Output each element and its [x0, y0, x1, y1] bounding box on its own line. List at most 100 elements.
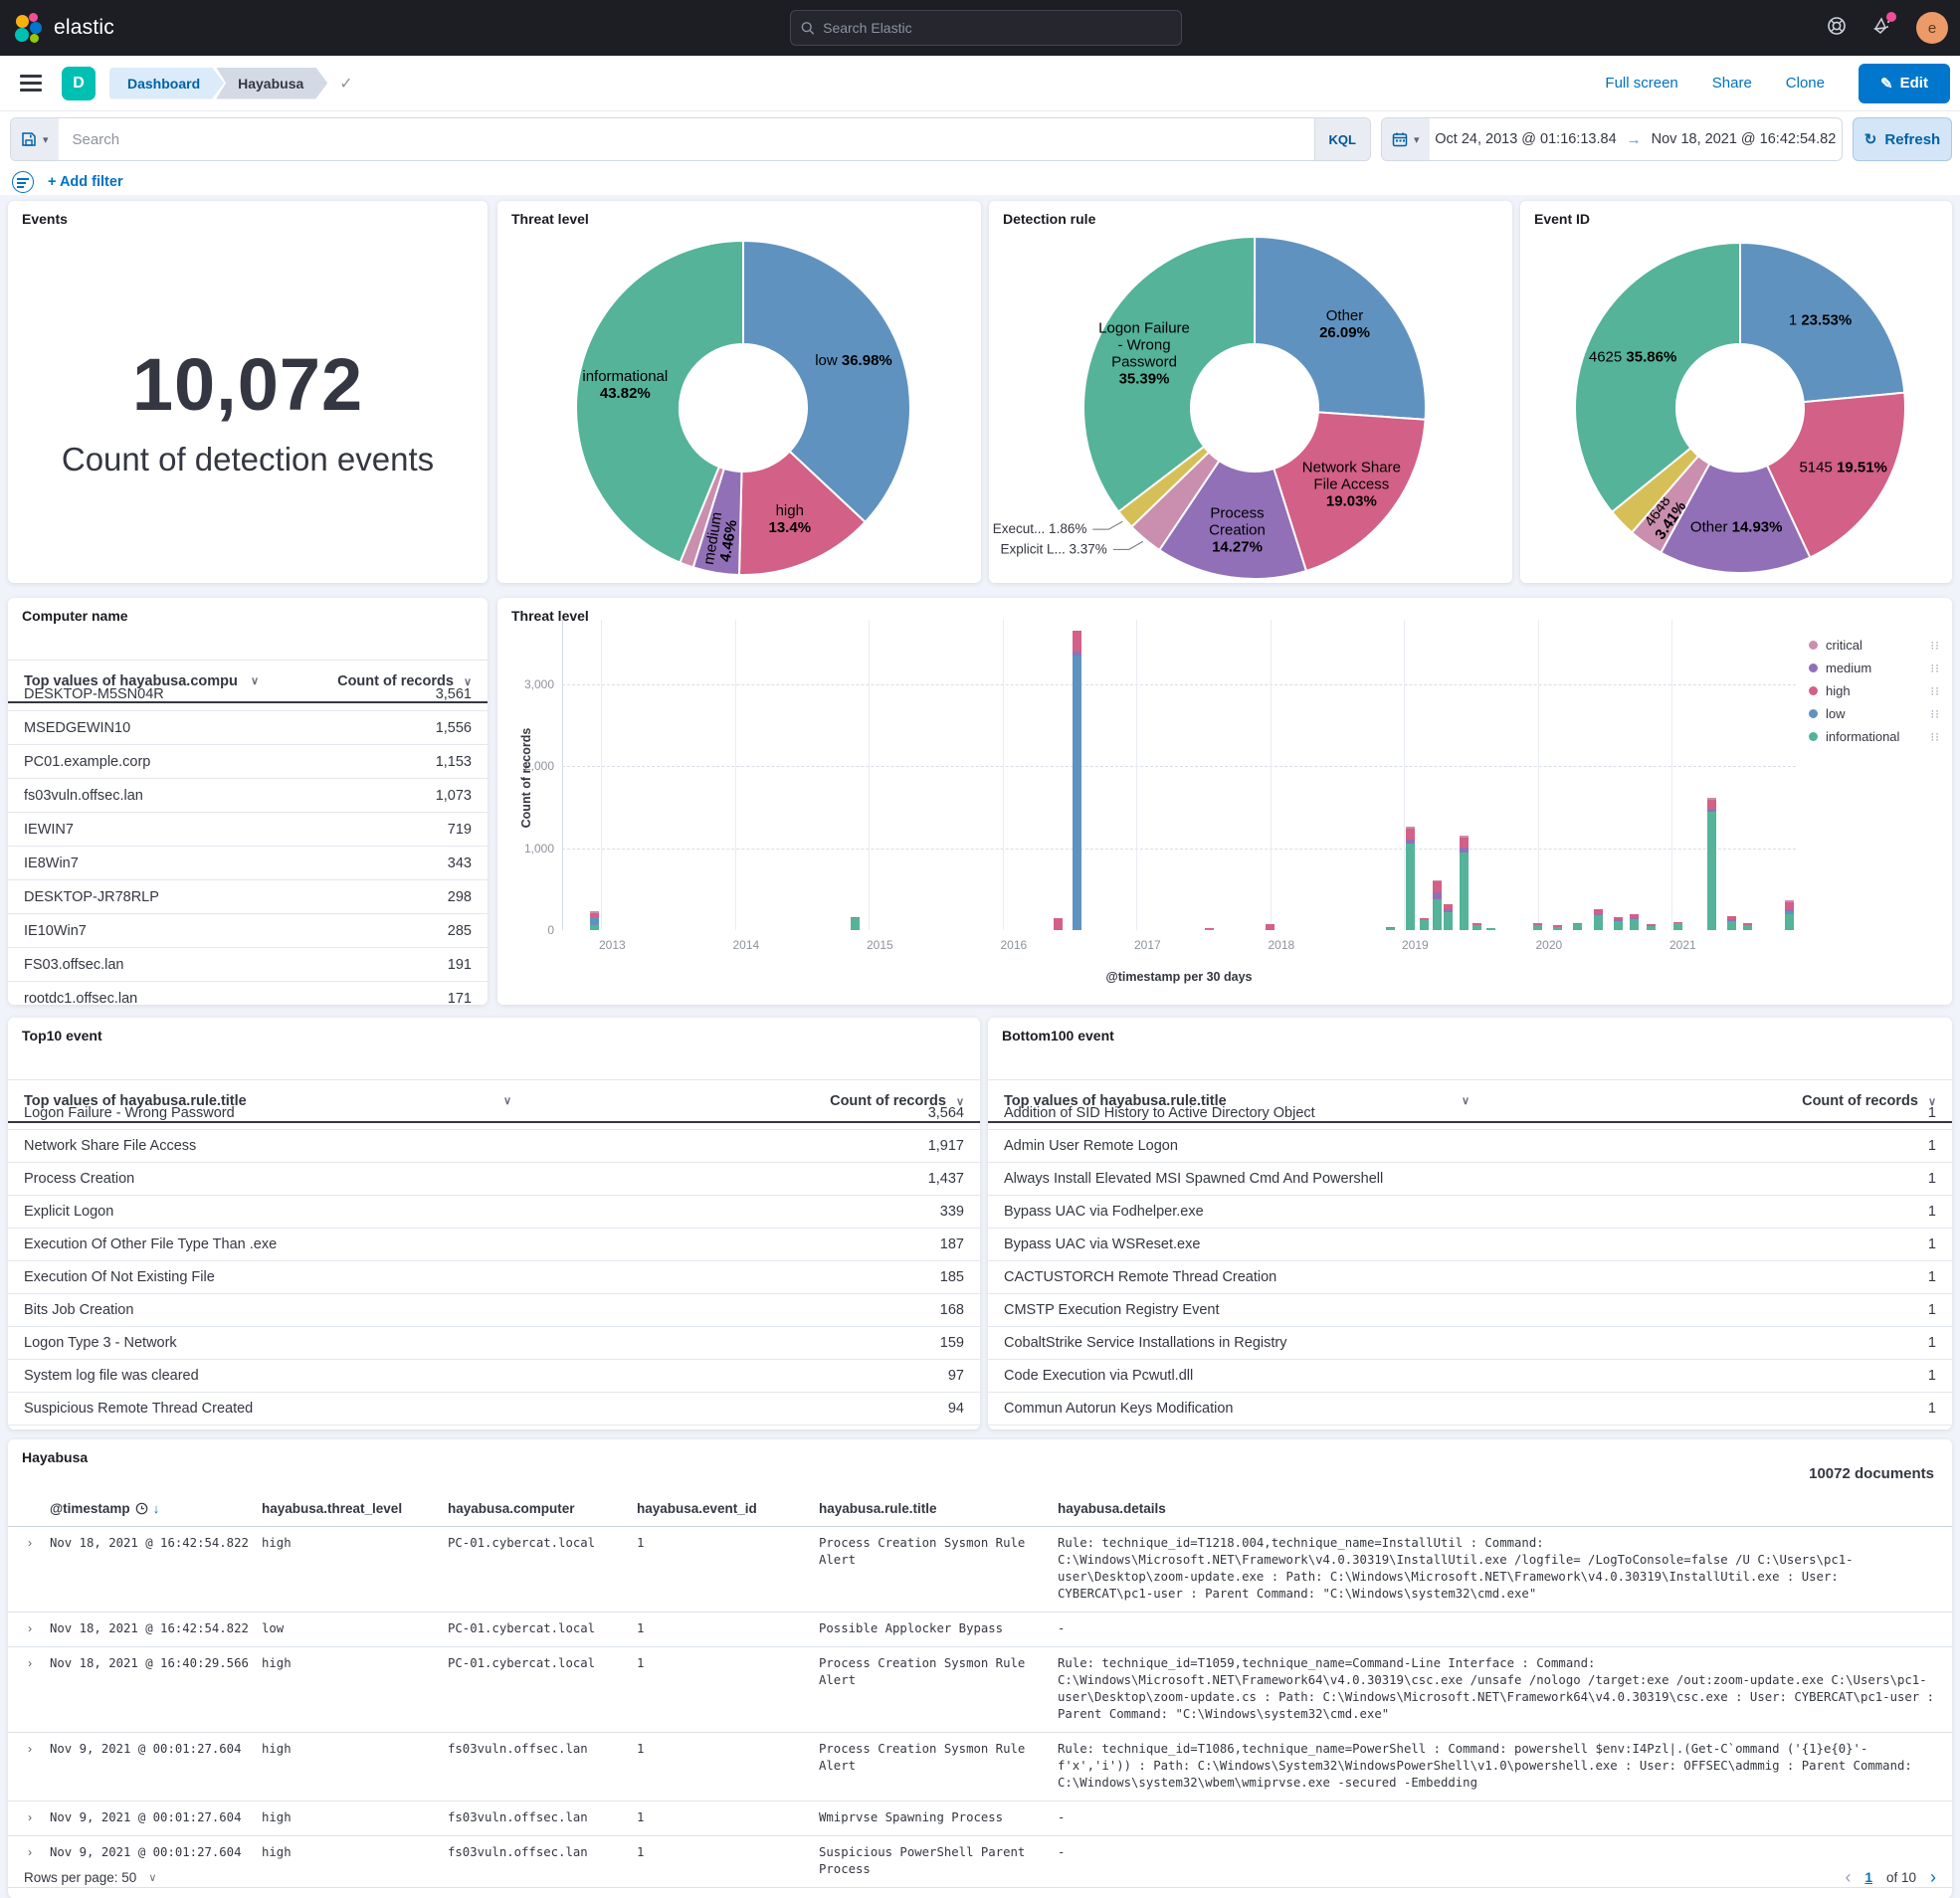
- grid-row[interactable]: › Nov 9, 2021 @ 00:01:27.604 high fs03vu…: [8, 1802, 1952, 1836]
- bar-segment-medium[interactable]: [1785, 909, 1794, 911]
- bar-segment-medium[interactable]: [1614, 919, 1623, 921]
- bar-segment-critical[interactable]: [590, 911, 599, 913]
- table-row[interactable]: System log file was cleared 97: [8, 1360, 980, 1393]
- bar-segment-medium[interactable]: [1707, 809, 1716, 811]
- bar-segment-high[interactable]: [1673, 922, 1682, 924]
- kql-search-input[interactable]: [59, 131, 1314, 148]
- bar-segment-medium[interactable]: [1433, 892, 1442, 899]
- bar-segment-medium[interactable]: [1630, 918, 1639, 920]
- bar-segment-medium[interactable]: [1594, 914, 1603, 916]
- breadcrumb-dashboard[interactable]: Dashboard: [109, 68, 224, 99]
- bar-segment-high[interactable]: [1406, 828, 1415, 840]
- bar-segment-high[interactable]: [1533, 923, 1542, 925]
- grid-row[interactable]: › Nov 18, 2021 @ 16:42:54.822 high PC-01…: [8, 1527, 1952, 1613]
- table-row[interactable]: Suspicious Remote Thread Created 94: [8, 1393, 980, 1425]
- grid-row[interactable]: › Nov 9, 2021 @ 00:01:27.604 high fs03vu…: [8, 1733, 1952, 1802]
- bar-segment-high[interactable]: [1573, 923, 1582, 925]
- bar-segment-critical[interactable]: [1460, 836, 1469, 838]
- bar-segment-high[interactable]: [1727, 916, 1736, 919]
- column-event-id[interactable]: hayabusa.event_id: [637, 1501, 819, 1516]
- legend-actions-icon[interactable]: ⁝⁝: [1930, 662, 1940, 675]
- bar-segment-informational[interactable]: [1486, 928, 1495, 930]
- legend-actions-icon[interactable]: ⁝⁝: [1930, 707, 1940, 721]
- table-row[interactable]: MSEDGEWIN10 1,556: [8, 711, 488, 745]
- legend-actions-icon[interactable]: ⁝⁝: [1930, 684, 1940, 698]
- bar-segment-informational[interactable]: [1707, 812, 1716, 930]
- expand-row-icon[interactable]: ›: [8, 1741, 50, 1792]
- table-row[interactable]: PC01.example.corp 1,153: [8, 745, 488, 779]
- table-row[interactable]: IE10Win7 285: [8, 914, 488, 948]
- prev-page-icon[interactable]: ‹: [1845, 1867, 1851, 1888]
- bar-segment-informational[interactable]: [1727, 920, 1736, 930]
- bar-segment-informational[interactable]: [1472, 925, 1481, 930]
- table-row[interactable]: rootdc1.offsec.lan 171: [8, 982, 488, 1005]
- bar-segment-low[interactable]: [590, 917, 599, 925]
- bar-segment-low[interactable]: [1073, 656, 1081, 930]
- legend-item-medium[interactable]: medium ⁝⁝: [1809, 657, 1940, 679]
- bar-segment-informational[interactable]: [1743, 925, 1752, 930]
- clone-button[interactable]: Clone: [1786, 75, 1825, 92]
- news-icon[interactable]: [1870, 16, 1894, 41]
- bar-segment-critical[interactable]: [1707, 798, 1716, 800]
- share-button[interactable]: Share: [1712, 75, 1752, 92]
- edit-button[interactable]: ✎Edit: [1859, 64, 1950, 103]
- bar-segment-critical[interactable]: [1785, 900, 1794, 902]
- bar-segment-high[interactable]: [1743, 923, 1752, 925]
- table-row[interactable]: Admin User Remote Logon 1: [988, 1130, 1952, 1163]
- bar-segment-high[interactable]: [590, 912, 599, 917]
- elastic-logo[interactable]: elastic: [0, 13, 114, 43]
- bar-segment-medium[interactable]: [1460, 848, 1469, 853]
- date-picker-menu[interactable]: ▾: [1382, 118, 1430, 160]
- table-row[interactable]: Logon Type 3 - Network 159: [8, 1327, 980, 1360]
- table-row[interactable]: Bypass UAC via Fodhelper.exe 1: [988, 1196, 1952, 1229]
- legend-item-critical[interactable]: critical ⁝⁝: [1809, 634, 1940, 657]
- saved-query-menu[interactable]: ▾: [11, 118, 59, 160]
- expand-row-icon[interactable]: ›: [8, 1535, 50, 1603]
- bar-segment-high[interactable]: [1553, 925, 1562, 927]
- bar-segment-medium[interactable]: [1406, 840, 1415, 845]
- next-page-icon[interactable]: ›: [1930, 1867, 1936, 1888]
- table-row[interactable]: DESKTOP-JR78RLP 298: [8, 880, 488, 914]
- rows-per-page-select[interactable]: Rows per page: 50∨: [24, 1870, 156, 1885]
- table-row[interactable]: DESKTOP-M5SN04R 3,561: [8, 677, 488, 711]
- table-row[interactable]: Bits Job Creation 168: [8, 1294, 980, 1327]
- bar-segment-informational[interactable]: [1647, 925, 1656, 930]
- column-rule-title[interactable]: hayabusa.rule.title: [819, 1501, 1058, 1516]
- refresh-button[interactable]: ↻Refresh: [1853, 117, 1952, 161]
- bar-segment-medium[interactable]: [1444, 909, 1453, 912]
- bar-segment-high[interactable]: [1707, 799, 1716, 809]
- legend-actions-icon[interactable]: ⁝⁝: [1930, 639, 1940, 653]
- table-row[interactable]: Code Execution via Pcwutl.dll 1: [988, 1360, 1952, 1393]
- user-avatar[interactable]: e: [1916, 12, 1948, 44]
- bar-segment-informational[interactable]: [1614, 920, 1623, 930]
- date-range-start[interactable]: Oct 24, 2013 @ 01:16:13.84: [1435, 131, 1616, 147]
- legend-actions-icon[interactable]: ⁝⁝: [1930, 730, 1940, 744]
- bar-segment-high[interactable]: [1785, 901, 1794, 909]
- table-row[interactable]: fs03vuln.offsec.lan 1,073: [8, 779, 488, 813]
- global-search-input[interactable]: [823, 20, 1171, 36]
- bar-segment-high[interactable]: [1205, 928, 1214, 930]
- table-row[interactable]: CMSTP Execution Registry Event 1: [988, 1294, 1952, 1327]
- bar-segment-medium[interactable]: [1073, 652, 1081, 656]
- bar-segment-high[interactable]: [1386, 927, 1395, 929]
- bar-segment-informational[interactable]: [1673, 923, 1682, 930]
- breadcrumb-hayabusa[interactable]: Hayabusa: [216, 68, 327, 99]
- table-row[interactable]: Execution Of Not Existing File 185: [8, 1261, 980, 1294]
- bar-segment-informational[interactable]: [1444, 912, 1453, 930]
- bar-segment-informational[interactable]: [1433, 899, 1442, 930]
- check-icon[interactable]: ✓: [339, 74, 352, 94]
- bar-segment-critical[interactable]: [1406, 827, 1415, 829]
- table-row[interactable]: Bypass UAC via WSReset.exe 1: [988, 1229, 1952, 1261]
- bar-segment-medium[interactable]: [1727, 919, 1736, 921]
- expand-row-icon[interactable]: ›: [8, 1809, 50, 1826]
- legend-item-low[interactable]: low ⁝⁝: [1809, 702, 1940, 725]
- bar-segment-informational[interactable]: [1533, 925, 1542, 930]
- bar-segment-high[interactable]: [1614, 917, 1623, 919]
- bar-segment-high[interactable]: [1266, 924, 1274, 930]
- full-screen-button[interactable]: Full screen: [1605, 75, 1677, 92]
- table-row[interactable]: CobaltStrike Service Installations in Re…: [988, 1327, 1952, 1360]
- legend-item-high[interactable]: high ⁝⁝: [1809, 679, 1940, 702]
- bar-segment-high[interactable]: [1444, 904, 1453, 909]
- expand-row-icon[interactable]: ›: [8, 1620, 50, 1637]
- table-row[interactable]: IEWIN7 719: [8, 813, 488, 847]
